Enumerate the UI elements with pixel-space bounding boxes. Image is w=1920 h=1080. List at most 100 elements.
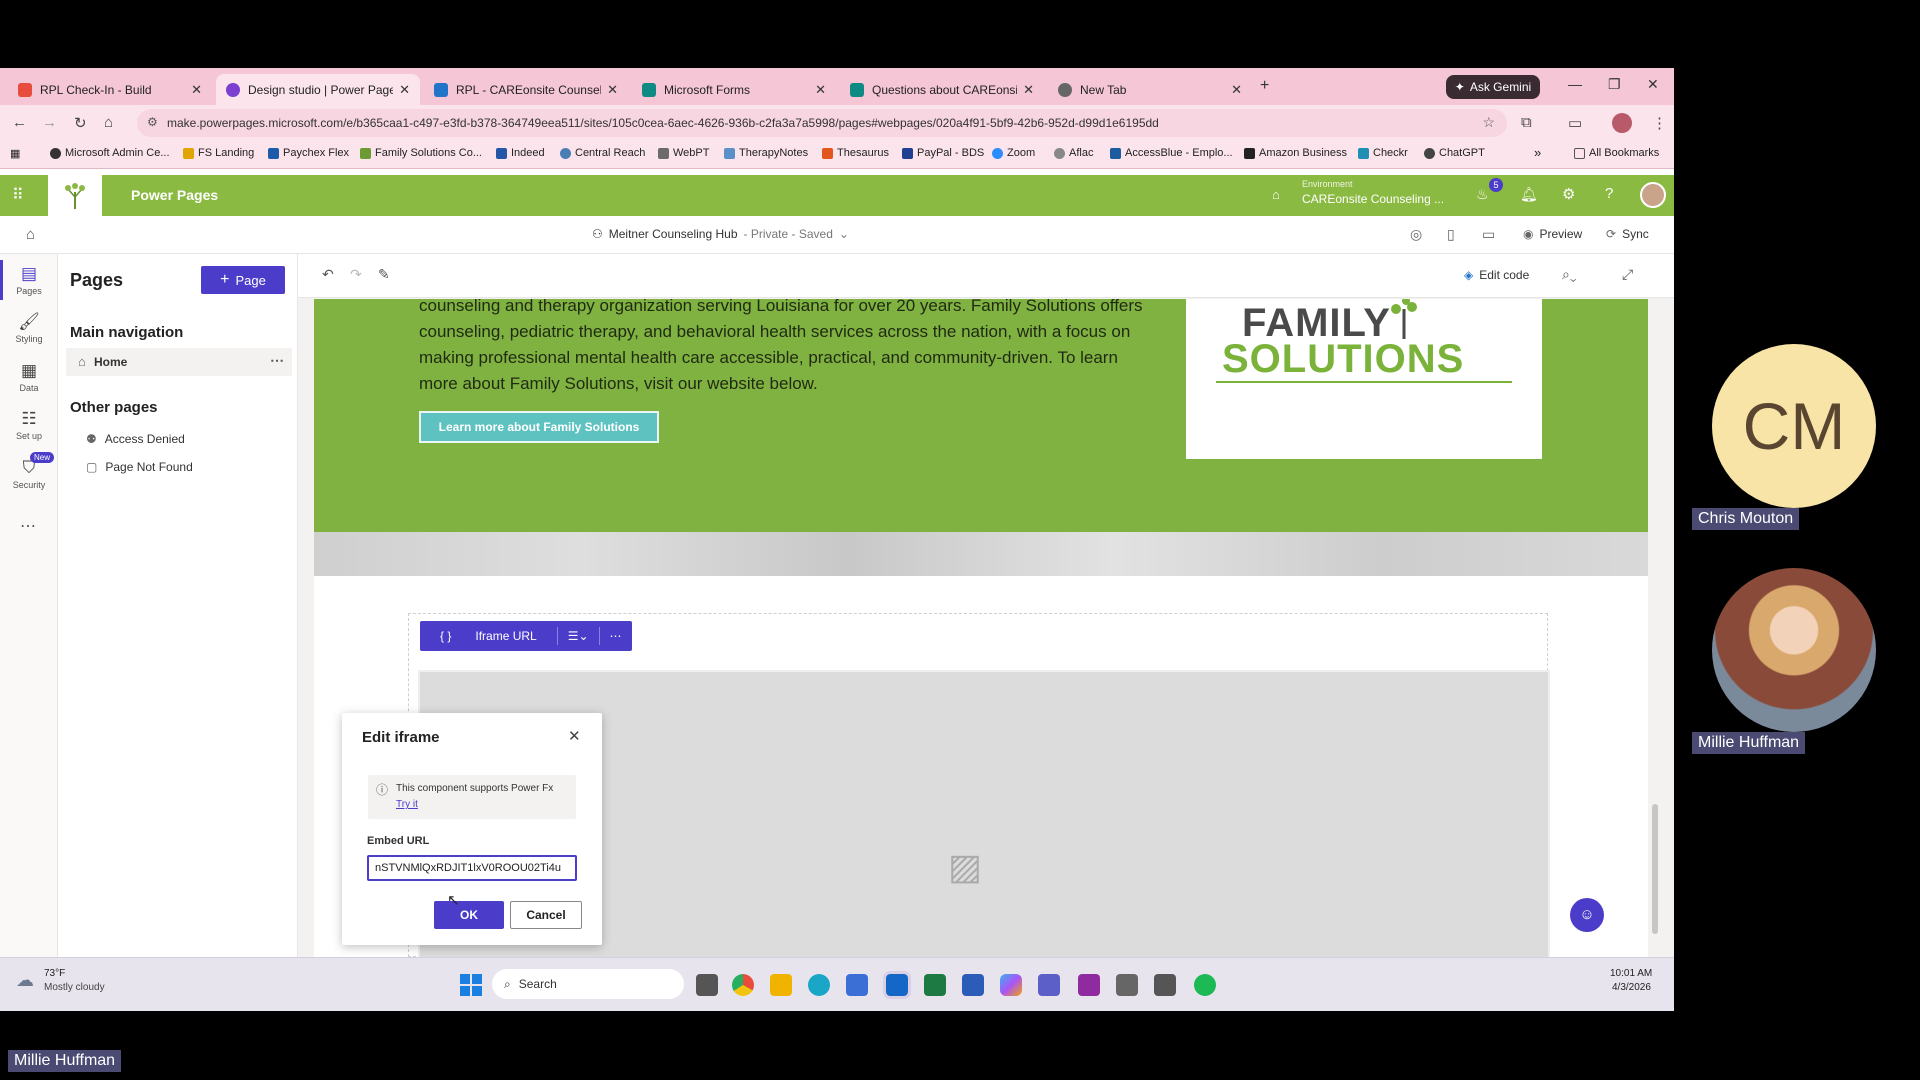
browser-tab[interactable]: RPL - CAREonsite Counseling ✕ [424, 74, 628, 105]
bookmark-item[interactable]: TherapyNotes [724, 147, 808, 159]
rail-item-pages[interactable]: ▤ Pages [0, 264, 58, 296]
learn-more-button[interactable]: Learn more about Family Solutions [419, 411, 659, 443]
bookmark-item[interactable]: Family Solutions Co... [360, 147, 482, 159]
new-tab-button[interactable]: + [1260, 77, 1269, 95]
windows-start-icon[interactable] [460, 974, 482, 996]
bookmark-item[interactable]: Aflac [1054, 147, 1093, 159]
taskbar-search[interactable]: ⌕ Search [492, 969, 684, 999]
bell-icon[interactable]: 🔔︎ [1520, 186, 1538, 203]
onenote-icon[interactable] [1078, 974, 1100, 996]
restore-icon[interactable]: ❐ [1608, 76, 1621, 93]
ask-gemini-button[interactable]: ✦ Ask Gemini [1446, 75, 1540, 99]
user-avatar[interactable] [1640, 182, 1666, 208]
chrome-icon[interactable] [732, 974, 754, 996]
browser-tab[interactable]: Microsoft Forms ✕ [632, 74, 836, 105]
home-icon[interactable]: ⌂ [104, 114, 113, 131]
close-tab-icon[interactable]: ✕ [1023, 82, 1034, 98]
scrollbar-thumb[interactable] [1652, 804, 1658, 934]
bookmark-item[interactable]: AccessBlue - Emplo... [1110, 147, 1233, 159]
store-icon[interactable] [846, 974, 868, 996]
apps-grid-icon[interactable]: ▦ [10, 147, 20, 160]
bookmark-item[interactable]: Zoom [992, 147, 1035, 159]
try-it-link[interactable]: Try it [396, 799, 418, 810]
site-info-icon[interactable]: ⚙ [147, 115, 158, 129]
bookmark-item[interactable]: Paychex Flex [268, 147, 349, 159]
close-window-icon[interactable]: ✕ [1647, 76, 1659, 93]
bookmark-item[interactable]: PayPal - BDS [902, 147, 984, 159]
copilot-chat-button[interactable]: ☺ [1570, 898, 1604, 932]
bookmark-item[interactable]: WebPT [658, 147, 709, 159]
app-launcher-icon[interactable]: ⠿ [12, 185, 24, 205]
bookmark-star-icon[interactable]: ☆ [1482, 114, 1495, 131]
file-explorer-icon[interactable] [770, 974, 792, 996]
copilot-notify-icon[interactable]: ♨ [1476, 186, 1489, 203]
page-item-not-found[interactable]: ▢ Page Not Found [86, 460, 193, 474]
forward-icon[interactable]: → [42, 114, 57, 131]
bookmark-item[interactable]: Thesaurus [822, 147, 889, 159]
edit-code-button[interactable]: ◈ Edit code [1464, 268, 1529, 282]
preview-button[interactable]: ◉ Preview [1523, 227, 1582, 241]
filter-dropdown-icon[interactable]: ☰⌄ [558, 629, 599, 643]
bookmark-item[interactable]: Indeed [496, 147, 545, 159]
copilot-icon[interactable]: ◎ [1410, 226, 1422, 243]
iframe-url-button[interactable]: { } Iframe URL [420, 629, 557, 643]
site-name-dropdown[interactable]: ⚇ Meitner Counseling Hub - Private - Sav… [592, 227, 849, 241]
page-options-icon[interactable]: ⋯ [270, 352, 284, 369]
cast-icon[interactable]: ▭ [1568, 114, 1582, 132]
embed-url-input[interactable]: nSTVNMlQxRDJIT1lxV0ROOU02Ti4u [367, 855, 577, 881]
close-tab-icon[interactable]: ✕ [399, 82, 410, 98]
close-tab-icon[interactable]: ✕ [815, 82, 826, 98]
all-bookmarks[interactable]: All Bookmarks [1574, 147, 1659, 159]
close-tab-icon[interactable]: ✕ [1231, 82, 1242, 98]
ok-button[interactable]: OK [434, 901, 504, 929]
expand-icon[interactable]: ⤢ [1622, 266, 1633, 283]
bookmark-item[interactable]: Central Reach [560, 147, 645, 159]
excel-icon[interactable] [924, 974, 946, 996]
browser-tab-active[interactable]: Design studio | Power Pages ✕ [216, 74, 420, 105]
close-tab-icon[interactable]: ✕ [191, 82, 202, 98]
reload-icon[interactable]: ↻ [74, 114, 87, 132]
redo-icon[interactable]: ↷ [350, 266, 362, 283]
more-icon[interactable]: ⋯ [20, 516, 36, 536]
menu-icon[interactable]: ⋮ [1652, 114, 1667, 132]
word-icon[interactable] [962, 974, 984, 996]
minimize-icon[interactable]: — [1568, 76, 1582, 92]
bookmark-item[interactable]: ChatGPT [1424, 147, 1485, 159]
copilot-app-icon[interactable] [1000, 974, 1022, 996]
back-icon[interactable]: ← [12, 114, 27, 131]
rail-item-setup[interactable]: ☷ Set up [0, 409, 58, 441]
settings-gear-icon[interactable]: ⚙ [1562, 185, 1575, 203]
edge-icon[interactable] [808, 974, 830, 996]
outlook-icon[interactable] [883, 971, 911, 999]
bookmark-item[interactable]: FS Landing [183, 147, 254, 159]
rail-item-data[interactable]: ▦ Data [0, 361, 58, 393]
close-dialog-icon[interactable]: ✕ [568, 727, 581, 745]
help-icon[interactable]: ? [1605, 185, 1613, 202]
add-page-button[interactable]: + Page [201, 266, 285, 294]
browser-tab[interactable]: RPL Check-In - Build ✕ [8, 74, 212, 105]
calculator-icon[interactable] [1154, 974, 1176, 996]
more-options-icon[interactable]: ⋯ [600, 629, 632, 643]
page-item-access-denied[interactable]: ⚉ Access Denied [86, 432, 185, 446]
brush-icon[interactable]: ✎ [378, 266, 390, 283]
close-tab-icon[interactable]: ✕ [607, 82, 618, 98]
cancel-button[interactable]: Cancel [510, 901, 582, 929]
undo-icon[interactable]: ↶ [322, 266, 334, 283]
bookmarks-overflow-button[interactable]: » [1534, 145, 1541, 160]
environment-name[interactable]: CAREonsite Counseling ... [1302, 192, 1444, 206]
url-bar[interactable]: ⚙ make.powerpages.microsoft.com/e/b365ca… [137, 109, 1507, 137]
zoom-icon[interactable]: ⌕⌄ [1562, 266, 1576, 283]
app-icon[interactable] [1116, 974, 1138, 996]
sync-button[interactable]: ⟳ Sync [1606, 227, 1649, 241]
bookmark-item[interactable]: Amazon Business [1244, 147, 1347, 159]
profile-avatar[interactable] [1612, 113, 1632, 133]
rail-item-styling[interactable]: 🖌︎ Styling [0, 312, 58, 344]
canvas-scrollbar[interactable] [1652, 314, 1658, 954]
home-nav-icon[interactable]: ⌂ [26, 226, 35, 243]
mobile-view-icon[interactable]: ▯ [1447, 226, 1455, 243]
teams-icon[interactable] [1038, 974, 1060, 996]
page-item-home[interactable]: ⌂ Home ⋯ [66, 348, 292, 376]
browser-tab[interactable]: Questions about CAREonsite c ✕ [840, 74, 1044, 105]
browser-tab[interactable]: New Tab ✕ [1048, 74, 1252, 105]
spotify-icon[interactable] [1194, 974, 1216, 996]
